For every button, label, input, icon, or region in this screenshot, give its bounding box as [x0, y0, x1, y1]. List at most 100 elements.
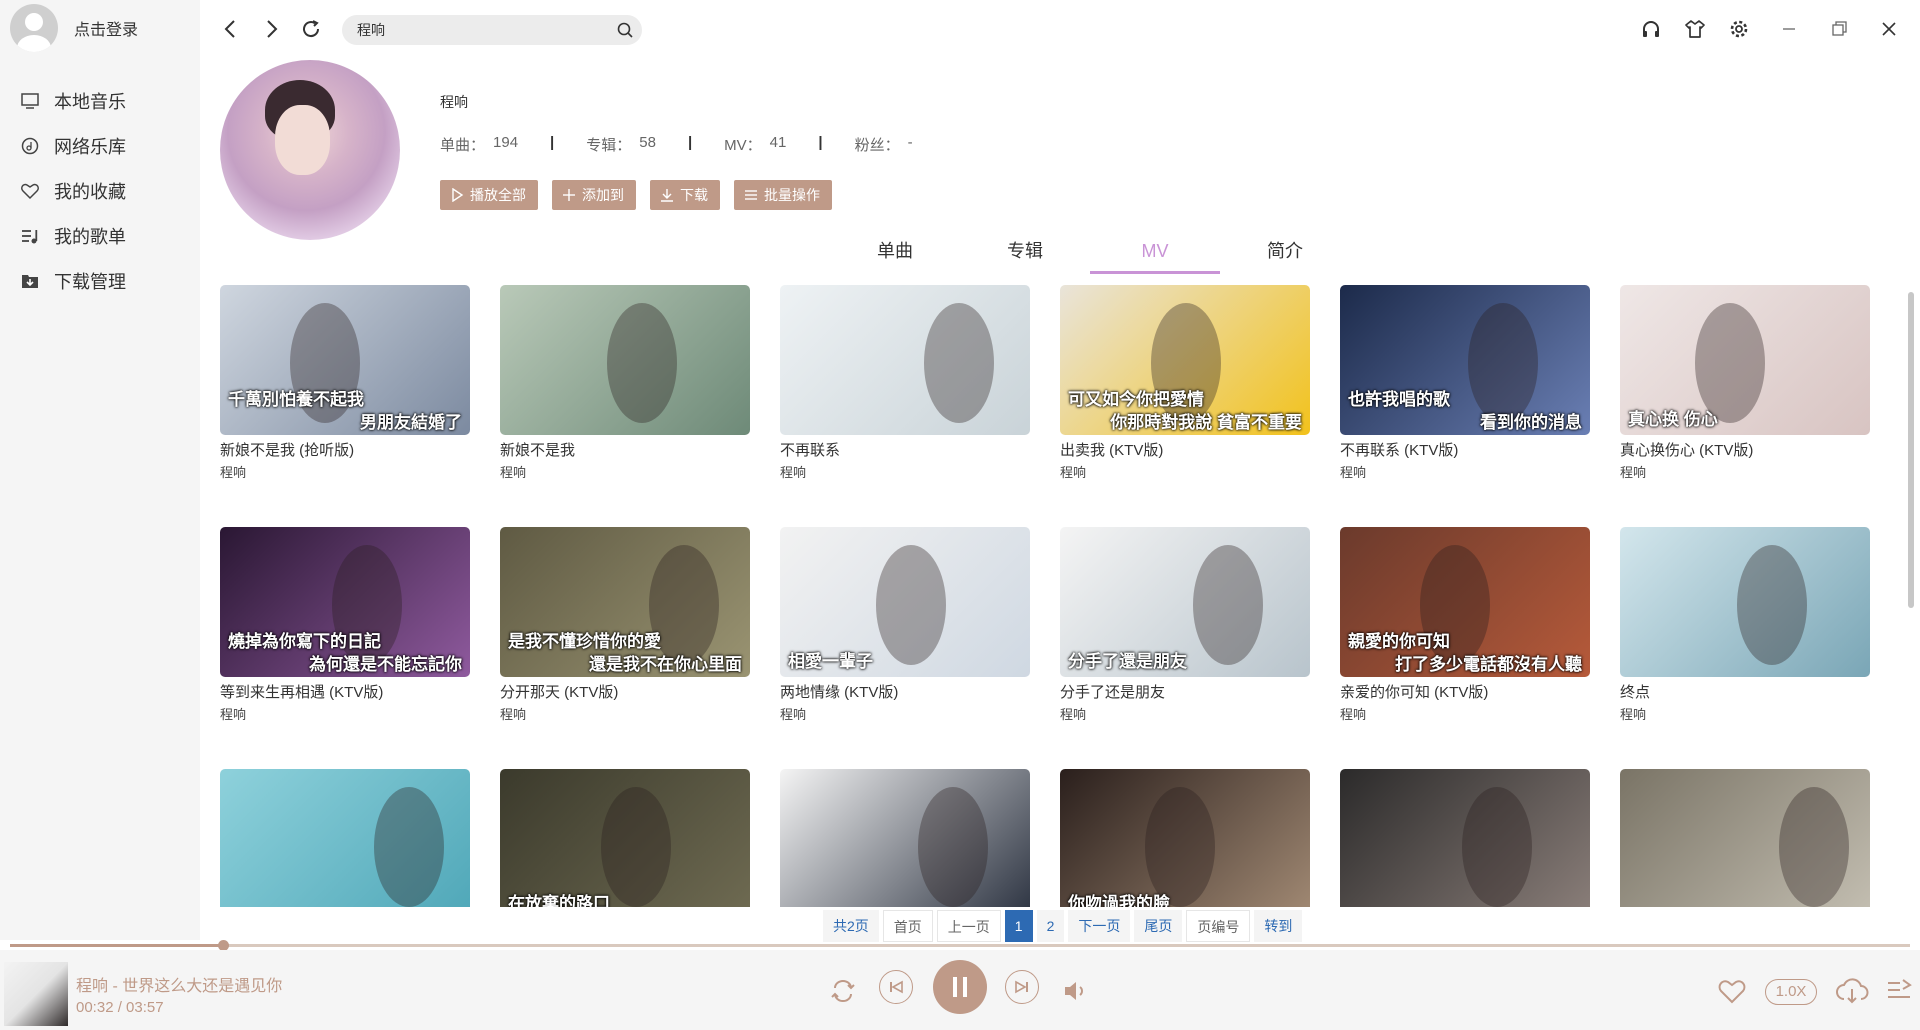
mv-card[interactable] [220, 769, 470, 907]
login-label[interactable]: 点击登录 [74, 16, 138, 40]
mv-thumbnail[interactable]: 也許我唱的歌 看到你的消息 [1340, 285, 1590, 435]
mv-thumbnail[interactable]: 燒掉為你寫下的日記 為何還是不能忘記你 [220, 527, 470, 677]
mv-card[interactable] [1340, 769, 1590, 907]
close-icon[interactable] [1878, 18, 1900, 40]
mv-card[interactable]: 终点 程响 [1620, 527, 1870, 723]
headphones-icon[interactable] [1640, 18, 1662, 40]
page-number-input[interactable]: 页编号 [1186, 910, 1251, 942]
mv-card[interactable]: 可又如今你把愛情 你那時對我說 貧富不重要 出卖我 (KTV版) 程响 [1060, 285, 1310, 481]
mv-title[interactable]: 等到来生再相遇 (KTV版) [220, 681, 470, 702]
mv-title[interactable]: 真心换伤心 (KTV版) [1620, 439, 1870, 460]
playlist-queue-icon[interactable] [1886, 977, 1912, 1005]
mv-artist[interactable]: 程响 [220, 462, 470, 481]
mv-thumbnail[interactable]: 親愛的你可知 打了多少電話都沒有人聽 [1340, 527, 1590, 677]
cloud-download-icon[interactable] [1835, 977, 1869, 1005]
sidebar-item-favorites[interactable]: 我的收藏 [0, 168, 200, 213]
mv-thumbnail[interactable] [1340, 769, 1590, 907]
mv-title[interactable]: 终点 [1620, 681, 1870, 702]
back-icon[interactable] [220, 18, 242, 40]
scrollbar[interactable] [1908, 292, 1914, 608]
mv-thumbnail[interactable] [1620, 769, 1870, 907]
mv-title[interactable]: 分手了还是朋友 [1060, 681, 1310, 702]
mv-title[interactable]: 出卖我 (KTV版) [1060, 439, 1310, 460]
mv-thumbnail[interactable]: 千萬別怕養不起我 男朋友結婚了 [220, 285, 470, 435]
page-1-button[interactable]: 1 [1004, 910, 1033, 942]
next-page-button[interactable]: 下一页 [1068, 910, 1131, 942]
mv-card[interactable]: 在放棄的路口 [500, 769, 750, 907]
sidebar-item-downloads[interactable]: 下载管理 [0, 258, 200, 303]
refresh-icon[interactable] [300, 18, 322, 40]
first-page-button[interactable]: 首页 [882, 910, 933, 942]
user-login[interactable]: 点击登录 [10, 4, 138, 52]
mv-card[interactable]: 親愛的你可知 打了多少電話都沒有人聽亲爱的你可知 (KTV版) 程响 [1340, 527, 1590, 723]
mv-title[interactable]: 不再联系 (KTV版) [1340, 439, 1590, 460]
mv-card[interactable]: 新娘不是我 程响 [500, 285, 750, 481]
mv-thumbnail[interactable]: 相愛一輩子 [780, 527, 1030, 677]
mv-thumbnail[interactable] [780, 769, 1030, 907]
skin-shirt-icon[interactable] [1684, 18, 1706, 40]
mv-card[interactable]: 分手了還是朋友分手了还是朋友 程响 [1060, 527, 1310, 723]
mv-artist[interactable]: 程响 [1060, 704, 1310, 723]
add-to-button[interactable]: 添加到 [552, 180, 636, 210]
mv-artist[interactable]: 程响 [780, 462, 1030, 481]
playback-progress[interactable] [10, 940, 1910, 951]
mv-artist[interactable]: 程响 [500, 462, 750, 481]
mv-artist[interactable]: 程响 [1060, 462, 1310, 481]
mv-thumbnail[interactable] [500, 285, 750, 435]
mv-thumbnail[interactable] [780, 285, 1030, 435]
favorite-heart-icon[interactable] [1717, 977, 1747, 1005]
forward-icon[interactable] [260, 18, 282, 40]
mv-artist[interactable]: 程响 [1620, 462, 1870, 481]
mv-card[interactable]: 是我不懂珍惜你的愛 還是我不在你心里面分开那天 (KTV版) 程响 [500, 527, 750, 723]
restore-icon[interactable] [1828, 18, 1850, 40]
mv-title[interactable]: 两地情缘 (KTV版) [780, 681, 1030, 702]
mv-title[interactable]: 新娘不是我 (抢听版) [220, 439, 470, 460]
mv-card[interactable] [1620, 769, 1870, 907]
pause-button[interactable] [933, 960, 987, 1014]
mv-thumbnail[interactable] [1620, 527, 1870, 677]
mv-artist[interactable]: 程响 [780, 704, 1030, 723]
mv-title[interactable]: 不再联系 [780, 439, 1030, 460]
goto-page-button[interactable]: 转到 [1254, 910, 1303, 942]
play-all-button[interactable]: 播放全部 [440, 180, 538, 210]
last-page-button[interactable]: 尾页 [1134, 910, 1183, 942]
tab-singles[interactable]: 单曲 [830, 236, 960, 274]
mv-thumbnail[interactable]: 你吻過我的臉 [1060, 769, 1310, 907]
sidebar-item-playlists[interactable]: 我的歌单 [0, 213, 200, 258]
page-2-button[interactable]: 2 [1036, 910, 1065, 942]
mv-thumbnail[interactable]: 分手了還是朋友 [1060, 527, 1310, 677]
sidebar-item-online-library[interactable]: 网络乐库 [0, 123, 200, 168]
mv-card[interactable]: 燒掉為你寫下的日記 為何還是不能忘記你等到来生再相遇 (KTV版) 程响 [220, 527, 470, 723]
avatar[interactable] [10, 4, 58, 52]
prev-page-button[interactable]: 上一页 [936, 910, 1001, 942]
tab-intro[interactable]: 简介 [1220, 236, 1350, 274]
mv-card[interactable]: 真心换 伤心真心换伤心 (KTV版) 程响 [1620, 285, 1870, 481]
mv-card[interactable]: 千萬別怕養不起我 男朋友結婚了新娘不是我 (抢听版) 程响 [220, 285, 470, 481]
mv-card[interactable] [780, 769, 1030, 907]
volume-icon[interactable] [1060, 976, 1090, 1006]
mv-thumbnail[interactable]: 是我不懂珍惜你的愛 還是我不在你心里面 [500, 527, 750, 677]
mv-artist[interactable]: 程响 [1620, 704, 1870, 723]
search-icon[interactable] [616, 21, 634, 39]
settings-gear-icon[interactable] [1728, 18, 1750, 40]
mv-artist[interactable]: 程响 [1340, 704, 1590, 723]
tab-albums[interactable]: 专辑 [960, 236, 1090, 274]
download-button[interactable]: 下载 [650, 180, 720, 210]
minimize-icon[interactable] [1778, 18, 1800, 40]
search-input[interactable] [342, 15, 592, 45]
playback-speed-button[interactable]: 1.0X [1765, 979, 1817, 1005]
tab-mv[interactable]: MV [1090, 236, 1220, 274]
loop-mode-icon[interactable] [828, 976, 858, 1006]
mv-card[interactable]: 相愛一輩子两地情缘 (KTV版) 程响 [780, 527, 1030, 723]
album-cover[interactable] [4, 962, 68, 1026]
mv-artist[interactable]: 程响 [500, 704, 750, 723]
mv-title[interactable]: 亲爱的你可知 (KTV版) [1340, 681, 1590, 702]
mv-title[interactable]: 分开那天 (KTV版) [500, 681, 750, 702]
mv-card[interactable]: 你吻過我的臉 [1060, 769, 1310, 907]
mv-thumbnail[interactable] [220, 769, 470, 907]
mv-artist[interactable]: 程响 [1340, 462, 1590, 481]
batch-operation-button[interactable]: 批量操作 [734, 180, 832, 210]
previous-track-button[interactable] [879, 970, 913, 1004]
mv-artist[interactable]: 程响 [220, 704, 470, 723]
mv-thumbnail[interactable]: 真心换 伤心 [1620, 285, 1870, 435]
